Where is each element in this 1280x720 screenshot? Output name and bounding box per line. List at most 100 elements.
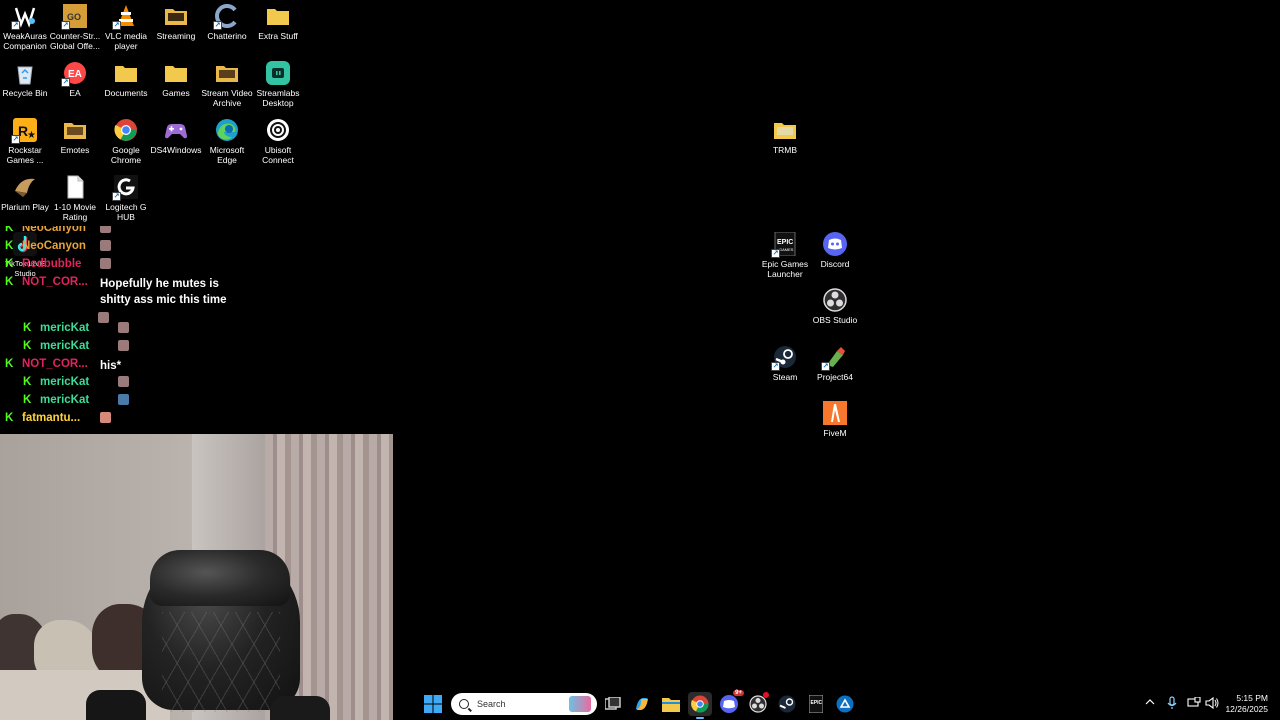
ubisoft-icon (266, 118, 290, 142)
desktop-icon-ea[interactable]: EA ↗ EA (50, 61, 100, 98)
icon-label: 1-10 Movie Rating (53, 202, 97, 222)
desktop-icon-documents[interactable]: Documents (101, 61, 151, 98)
icon-label: Steam (772, 372, 798, 382)
folder-icon (164, 61, 188, 85)
folder-icon (266, 4, 290, 28)
csgo-icon: GO ↗ (61, 4, 87, 30)
chat-username: mericKat (40, 376, 90, 388)
desktop-icon-vlc[interactable]: ↗ VLC media player (101, 4, 151, 51)
chat-message: K fatmantu... (0, 412, 111, 424)
desktop-icon-project64[interactable]: ↗ Project64 (810, 345, 860, 382)
network-icon[interactable] (1187, 696, 1201, 711)
task-view-button[interactable] (601, 692, 625, 716)
chair-stitching (162, 612, 280, 712)
desktop-icon-extra-stuff[interactable]: Extra Stuff (253, 4, 303, 41)
discord-taskbar-button[interactable]: 9+ (717, 690, 744, 716)
steam-taskbar-button[interactable] (775, 692, 799, 716)
desktop-icon-fivem[interactable]: FiveM (810, 401, 860, 438)
chat-text: his* (100, 360, 122, 372)
kick-icon: K (5, 276, 14, 288)
svg-text:EPIC: EPIC (777, 239, 793, 246)
obs-icon (823, 288, 847, 312)
file-explorer-button[interactable] (659, 692, 683, 716)
chat-message: K mericKat (18, 340, 129, 352)
system-clock[interactable]: 5:15 PM 12/26/2025 (1225, 693, 1268, 715)
obs-taskbar-button[interactable] (746, 692, 770, 716)
chat-message: K NeoCanyon (0, 240, 111, 252)
steam-icon (778, 695, 796, 713)
search-icon (459, 699, 469, 709)
kick-icon: K (23, 394, 32, 406)
chair-arm (86, 690, 146, 720)
desktop-icon-edge[interactable]: Microsoft Edge (202, 118, 252, 165)
search-highlight-icon (569, 696, 591, 712)
desktop-icon-obs[interactable]: OBS Studio (810, 288, 860, 325)
chat-username: NOT_COR... (22, 276, 88, 288)
desktop-icon-epic[interactable]: EPIC GAMES ↗ Epic Games Launcher (760, 232, 810, 279)
desktop-icon-logitech[interactable]: ↗ Logitech G HUB (101, 175, 151, 222)
volume-icon[interactable] (1205, 696, 1219, 711)
desktop-icon-weakauras[interactable]: ↗ WeakAuras Companion (0, 4, 50, 51)
icon-label: FiveM (823, 428, 847, 438)
emote-icon (100, 240, 111, 251)
desktop-icon-steam[interactable]: ↗ Steam (760, 345, 810, 382)
desktop-icon-csgo[interactable]: GO ↗ Counter-Str... Global Offe... (50, 4, 100, 51)
desktop-icon-discord[interactable]: Discord (810, 232, 860, 269)
steam-icon: ↗ (771, 345, 797, 371)
clock-date: 12/26/2025 (1225, 704, 1268, 714)
chrome-taskbar-button[interactable] (688, 692, 712, 719)
svg-text:★: ★ (27, 130, 36, 141)
kick-icon: K (23, 322, 32, 334)
desktop-icon-stream-video-archive[interactable]: Stream Video Archive (201, 61, 253, 108)
app-taskbar-button[interactable] (833, 692, 857, 716)
desktop-icon-ds4windows[interactable]: DS4Windows (150, 118, 202, 155)
rockstar-icon: R ★ ↗ (11, 118, 37, 144)
desktop-icon-streamlabs[interactable]: Streamlabs Desktop (253, 61, 303, 108)
icon-label: Emotes (60, 145, 90, 155)
microphone-icon[interactable] (1167, 696, 1177, 712)
chair-arm (270, 696, 330, 720)
desktop-icon-movie-rating[interactable]: 1-10 Movie Rating (50, 175, 100, 222)
emote-icon (100, 412, 111, 423)
chat-overlay: K NeoCanyon K NeoCanyon K Redbubble K NO… (0, 226, 395, 431)
copilot-button[interactable] (630, 692, 654, 716)
desktop-icon-chatterino[interactable]: ↗ Chatterino (202, 4, 252, 41)
desktop-icon-trmb[interactable]: TRMB (760, 118, 810, 155)
logitech-icon: ↗ (112, 175, 138, 201)
taskbar-search[interactable]: Search (451, 693, 597, 715)
fivem-icon (823, 401, 847, 425)
icon-label: Epic Games Launcher (761, 259, 809, 279)
desktop-icon-games[interactable]: Games (151, 61, 201, 98)
weakauras-icon: ↗ (11, 4, 37, 30)
chat-username: NeoCanyon (22, 240, 86, 252)
desktop-icon-ubisoft[interactable]: Ubisoft Connect (253, 118, 303, 165)
notification-badge: 9+ (733, 690, 744, 696)
tray-overflow-chevron-icon[interactable] (1145, 698, 1155, 708)
chat-username: mericKat (40, 322, 90, 334)
ea-icon: EA ↗ (61, 61, 87, 87)
desktop-icon-recycle-bin[interactable]: Recycle Bin (0, 61, 50, 98)
desktop-icon-rockstar[interactable]: R ★ ↗ Rockstar Games ... (0, 118, 50, 165)
emote-icon (118, 376, 129, 387)
icon-label: EA (69, 88, 81, 98)
app-icon (836, 695, 854, 713)
gamepad-icon (164, 118, 188, 142)
icon-label: WeakAuras Companion (3, 31, 47, 51)
epic-taskbar-button[interactable]: EPIC (804, 692, 828, 716)
chat-message: K NeoCanyon (0, 226, 111, 234)
project64-icon: ↗ (821, 345, 847, 371)
recycle-bin-icon (13, 61, 37, 85)
chat-message: K NOT_COR... Hopefully he mutes is shitt… (0, 276, 240, 308)
icon-label: Streamlabs Desktop (256, 88, 300, 108)
streamlabs-icon (266, 61, 290, 85)
desktop-icon-streaming[interactable]: Streaming (151, 4, 201, 41)
epic-icon: EPIC (809, 695, 823, 713)
desktop-icon-plarium[interactable]: Plarium Play (0, 175, 50, 212)
icon-label: Project64 (817, 372, 853, 382)
desktop-icon-emotes[interactable]: Emotes (50, 118, 100, 155)
start-button[interactable] (421, 692, 445, 716)
desktop-icon-chrome[interactable]: Google Chrome (101, 118, 151, 165)
icon-label: Recycle Bin (2, 88, 48, 98)
folder-icon (114, 61, 138, 85)
chat-message: K mericKat (18, 376, 129, 388)
